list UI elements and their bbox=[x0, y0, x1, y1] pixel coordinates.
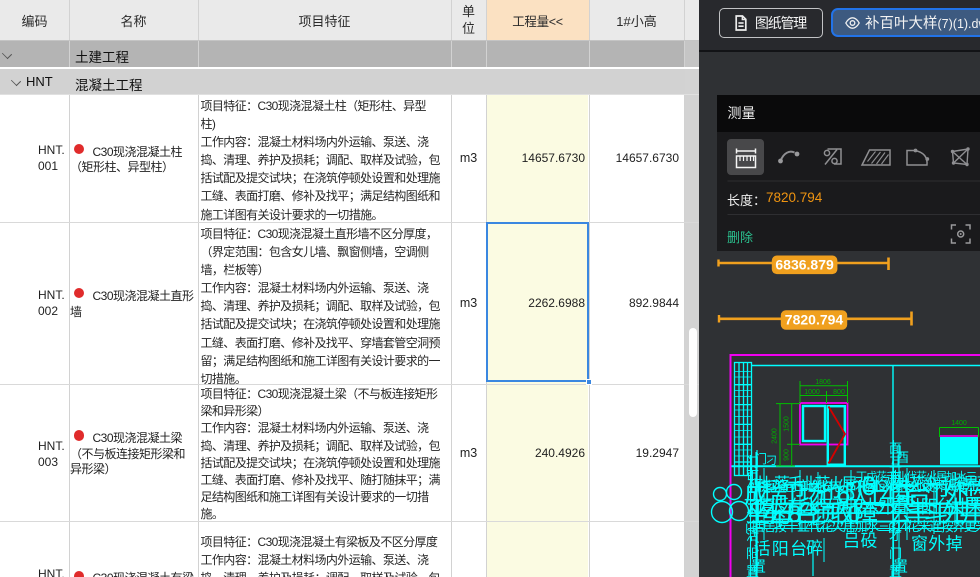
svg-text:丰: 丰 bbox=[889, 469, 902, 484]
svg-text:面: 面 bbox=[889, 441, 902, 456]
svg-text:6836.879: 6836.879 bbox=[775, 257, 834, 273]
svg-text:900: 900 bbox=[784, 449, 791, 461]
svg-text:800: 800 bbox=[833, 389, 845, 396]
svg-text:门: 门 bbox=[889, 546, 902, 561]
svg-text:碎: 碎 bbox=[806, 539, 823, 558]
svg-text:7820.794: 7820.794 bbox=[785, 312, 844, 328]
svg-text:1400: 1400 bbox=[951, 420, 967, 427]
svg-text:刁: 刁 bbox=[766, 455, 777, 467]
svg-text:置: 置 bbox=[746, 564, 759, 577]
svg-text:窗外掉: 窗外掉 bbox=[911, 535, 963, 554]
svg-text:1500: 1500 bbox=[784, 416, 791, 432]
svg-text:互: 互 bbox=[889, 455, 902, 470]
svg-text:2400: 2400 bbox=[772, 428, 779, 444]
svg-text:阳: 阳 bbox=[746, 546, 759, 561]
svg-text:1000: 1000 bbox=[804, 389, 820, 396]
svg-text:帀: 帀 bbox=[746, 468, 759, 483]
svg-text:6: 6 bbox=[861, 471, 876, 501]
svg-text:吕砓: 吕砓 bbox=[843, 532, 878, 551]
svg-text:活阳台: 活阳台 bbox=[754, 540, 809, 559]
svg-text:1806: 1806 bbox=[815, 379, 831, 386]
svg-text:置: 置 bbox=[889, 564, 902, 577]
